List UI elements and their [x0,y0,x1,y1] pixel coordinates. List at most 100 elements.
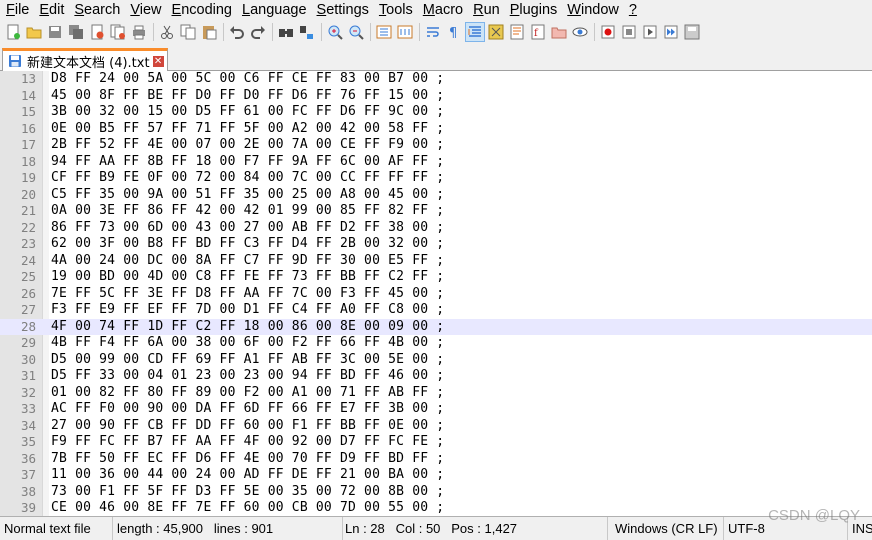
text-line[interactable]: 23 62 00 3F 00 B8 FF BD FF C3 FF D4 FF 2B… [0,236,872,253]
sync-vertical-icon[interactable] [375,23,393,41]
menu-mnemonic: W [567,2,581,18]
text-line[interactable]: 20 C5 FF 35 00 9A 00 51 FF 35 00 25 00 A8… [0,187,872,204]
menu-encoding[interactable]: Encoding [166,0,236,20]
play-macro-icon[interactable] [641,23,659,41]
text-line[interactable]: 36 7B FF 50 FF EC FF D6 FF 4E 00 70 FF D9… [0,451,872,468]
tab-document[interactable]: 新建文本文档 (4).txt ✕ [2,48,168,71]
find-icon[interactable] [277,23,295,41]
run-macro-multiple-icon[interactable] [662,23,680,41]
status-eol[interactable]: Windows (CR LF) [611,517,724,540]
print-icon[interactable] [130,23,148,41]
record-macro-icon[interactable] [599,23,617,41]
menu-bar: File Edit Search View Encoding Language Settin… [0,0,872,20]
text-line[interactable]: 33 AC FF F0 00 90 00 DA FF 6D FF 66 FF E7… [0,401,872,418]
sync-horizontal-icon[interactable] [396,23,414,41]
line-text: 2B FF 52 FF 4E 00 07 00 2E 00 7A 00 CE F… [51,137,445,152]
new-file-icon[interactable] [4,23,22,41]
text-line[interactable]: 31 D5 FF 33 00 04 01 23 00 23 00 94 FF BD… [0,368,872,385]
text-line[interactable]: 39 CE 00 46 00 8E FF 7E FF 60 00 CB 00 7D… [0,500,872,516]
text-line[interactable]: 37 11 00 36 00 44 00 24 00 AD FF DE FF 21… [0,467,872,484]
menu-plugins[interactable]: Plugins [504,0,562,20]
text-line[interactable]: 14 45 00 8F FF BE FF D0 FF D0 FF D6 FF 76… [0,88,872,105]
text-line[interactable]: 32 01 00 82 FF 80 FF 89 00 F2 00 A1 00 71… [0,385,872,402]
indent-guide-icon[interactable] [465,22,485,42]
function-list-icon[interactable]: f [529,23,547,41]
current-line[interactable]: 28 4F 00 74 FF 1D FF C2 FF 18 00 86 00 8E… [0,318,872,335]
replace-icon[interactable] [298,23,316,41]
zoom-in-icon[interactable] [326,23,344,41]
text-line[interactable]: 29 4B FF F4 FF 6A 00 38 00 6F 00 F2 FF 66… [0,335,872,352]
text-line[interactable]: 15 3B 00 32 00 15 00 D5 FF 61 00 FC FF D6… [0,104,872,121]
line-number: 33 [20,401,36,416]
line-text: 0A 00 3E FF 86 FF 42 00 42 01 99 00 85 F… [51,203,445,218]
paste-icon[interactable] [200,23,218,41]
monitoring-icon[interactable] [571,23,589,41]
text-line[interactable]: 22 86 FF 73 00 6D 00 43 00 27 00 AB FF D2… [0,220,872,237]
text-line[interactable]: 27 F3 FF E9 FF EF FF 7D 00 D1 FF C4 FF A0… [0,302,872,319]
menu-run[interactable]: Run [467,0,504,20]
line-number: 25 [20,269,36,284]
open-file-icon[interactable] [25,23,43,41]
menu-macro[interactable]: Macro [417,0,467,20]
line-text: 19 00 BD 00 4D 00 C8 FF FE FF 73 FF BB F… [51,269,445,284]
menu-view[interactable]: View [124,0,165,20]
text-line[interactable]: 24 4A 00 24 00 DC 00 8A FF C7 FF 9D FF 30… [0,253,872,270]
show-all-characters-icon[interactable]: ¶ [445,23,463,41]
line-text: 45 00 8F FF BE FF D0 FF D0 FF D6 FF 76 F… [51,87,445,103]
folder-workspace-icon[interactable] [550,23,568,41]
menu-edit[interactable]: Edit [33,0,68,20]
text-line[interactable]: 13 D8 FF 24 00 5A 00 5C 00 C6 FF CE FF 83… [0,71,872,88]
line-number: 37 [20,467,36,482]
line-number: 16 [20,120,36,136]
text-line[interactable]: 16 0E 00 B5 FF 57 FF 71 FF 5F 00 A2 00 42… [0,121,872,138]
line-number: 13 [20,71,36,86]
line-number: 35 [20,434,36,449]
text-line[interactable]: 38 73 00 F1 FF 5F FF D3 FF 5E 00 35 00 72… [0,484,872,501]
stop-recording-icon[interactable] [620,23,638,41]
word-wrap-icon[interactable] [424,23,442,41]
save-macro-icon[interactable] [683,23,701,41]
tab-close-icon[interactable]: ✕ [152,55,164,67]
text-line[interactable]: 19 CF FF B9 FE 0F 00 72 00 84 00 7C 00 CC… [0,170,872,187]
menu-language[interactable]: Language [236,0,311,20]
text-line[interactable]: 26 7E FF 5C FF 3E FF D8 FF AA FF 7C 00 F3… [0,286,872,303]
save-all-icon[interactable] [67,23,85,41]
line-text: AC FF F0 00 90 00 DA FF 6D FF 66 FF E7 F… [51,401,445,416]
line-number: 17 [20,137,36,152]
cut-icon[interactable] [158,23,176,41]
text-line[interactable]: 17 2B FF 52 FF 4E 00 07 00 2E 00 7A 00 CE… [0,137,872,154]
menu-mnemonic: T [378,2,387,18]
text-line[interactable]: 35 F9 FF FC FF B7 FF AA FF 4F 00 92 00 D7… [0,434,872,451]
tab-label: 新建文本文档 (4).txt [27,55,150,71]
close-icon[interactable] [88,23,106,41]
menu-settings[interactable]: Settings [311,0,373,20]
save-icon[interactable] [46,23,64,41]
svg-text:¶: ¶ [449,26,457,40]
text-line[interactable]: 25 19 00 BD 00 4D 00 C8 FF FE FF 73 FF BB… [0,269,872,286]
menu-tools[interactable]: Tools [373,0,417,20]
menu-mnemonic: P [509,2,520,18]
line-number: 15 [20,104,36,119]
document-map-icon[interactable] [508,23,526,41]
text-line[interactable]: 18 94 FF AA FF 8B FF 18 00 F7 FF 9A FF 6C… [0,154,872,171]
line-number: 38 [20,483,36,499]
line-text: 01 00 82 FF 80 FF 89 00 F2 00 A1 00 71 F… [51,384,445,400]
text-line[interactable]: 21 0A 00 3E FF 86 FF 42 00 42 01 99 00 85… [0,203,872,220]
redo-icon[interactable] [249,23,267,41]
close-all-icon[interactable] [109,23,127,41]
text-line[interactable]: 30 D5 00 99 00 CD FF 69 FF A1 FF AB FF 3C… [0,352,872,369]
user-language-icon[interactable] [487,23,505,41]
text-editor[interactable]: 13 D8 FF 24 00 5A 00 5C 00 C6 FF CE FF 83… [0,71,872,516]
menu-search[interactable]: Search [68,0,124,20]
menu-window[interactable]: Window [561,0,623,20]
undo-icon[interactable] [228,23,246,41]
text-line[interactable]: 34 27 00 90 FF CB FF DD FF 60 00 F1 FF BB… [0,418,872,435]
status-position: Ln : 28 Col : 50 Pos : 1,427 [343,517,608,540]
line-text: D8 FF 24 00 5A 00 5C 00 C6 FF CE FF 83 0… [51,71,445,86]
zoom-out-icon[interactable] [347,23,365,41]
status-pos: Pos : 1,427 [451,521,518,536]
line-number: 32 [20,384,36,400]
menu-help[interactable]: ? [623,0,641,20]
menu-file[interactable]: File [0,0,33,20]
copy-icon[interactable] [179,23,197,41]
